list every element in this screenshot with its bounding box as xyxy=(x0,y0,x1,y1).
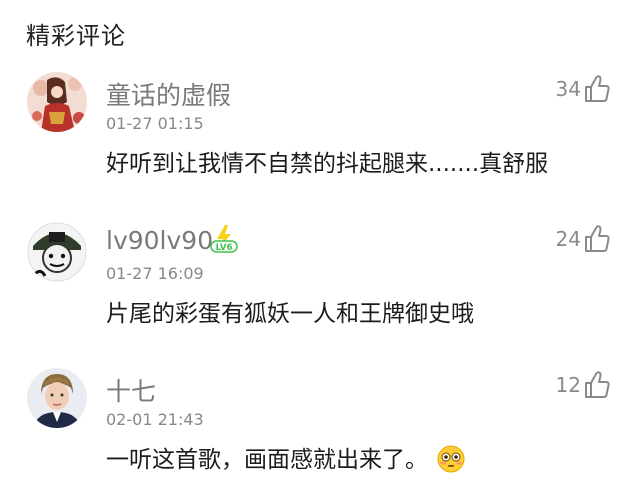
username[interactable]: lv90lv90 xyxy=(106,226,213,255)
comment-text: 好听到让我情不自禁的抖起腿来.......真舒服 xyxy=(106,151,549,177)
badge-label: LV6 xyxy=(216,243,233,253)
comment-text: 一听这首歌，画面感就出来了。 xyxy=(106,440,465,474)
avatar[interactable] xyxy=(27,368,87,428)
comment-item: 十七 12 02-01 21:43 一听这首歌，画面感就出来了。 xyxy=(0,368,641,484)
username[interactable]: 童话的虚假 xyxy=(106,76,231,112)
like-button[interactable]: 12 xyxy=(556,370,611,400)
section-title: 精彩评论 xyxy=(26,22,126,50)
username[interactable]: 十七 xyxy=(106,372,156,408)
thumbs-up-icon xyxy=(585,75,610,102)
like-count: 34 xyxy=(555,77,581,101)
hot-comments-page: 精彩评论 童话的虚假 34 01-27 01:15 好听到让我情不自禁的抖起腿来… xyxy=(0,0,641,484)
like-count: 24 xyxy=(555,227,581,251)
like-button[interactable]: 34 xyxy=(556,74,611,104)
avatar[interactable] xyxy=(27,72,87,132)
comment-item: 童话的虚假 34 01-27 01:15 好听到让我情不自禁的抖起腿来.....… xyxy=(0,72,641,212)
like-button[interactable]: 24 xyxy=(556,224,611,254)
vip-level-badge-icon: LV6 xyxy=(210,225,238,253)
thumbs-up-icon xyxy=(585,371,610,398)
comment-item: lv90lv90 LV6 24 01-27 16:09 片尾的彩蛋有狐妖一人和王… xyxy=(0,222,641,362)
like-count: 12 xyxy=(555,373,581,397)
comment-text-body: 一听这首歌，画面感就出来了。 xyxy=(106,447,428,473)
timestamp: 02-01 21:43 xyxy=(106,410,204,429)
avatar[interactable] xyxy=(27,222,87,282)
flushed-face-emoji-icon xyxy=(437,445,465,473)
thumbs-up-icon xyxy=(585,225,610,252)
timestamp: 01-27 16:09 xyxy=(106,264,204,283)
comment-text: 片尾的彩蛋有狐妖一人和王牌御史哦 xyxy=(106,301,474,327)
timestamp: 01-27 01:15 xyxy=(106,114,204,133)
